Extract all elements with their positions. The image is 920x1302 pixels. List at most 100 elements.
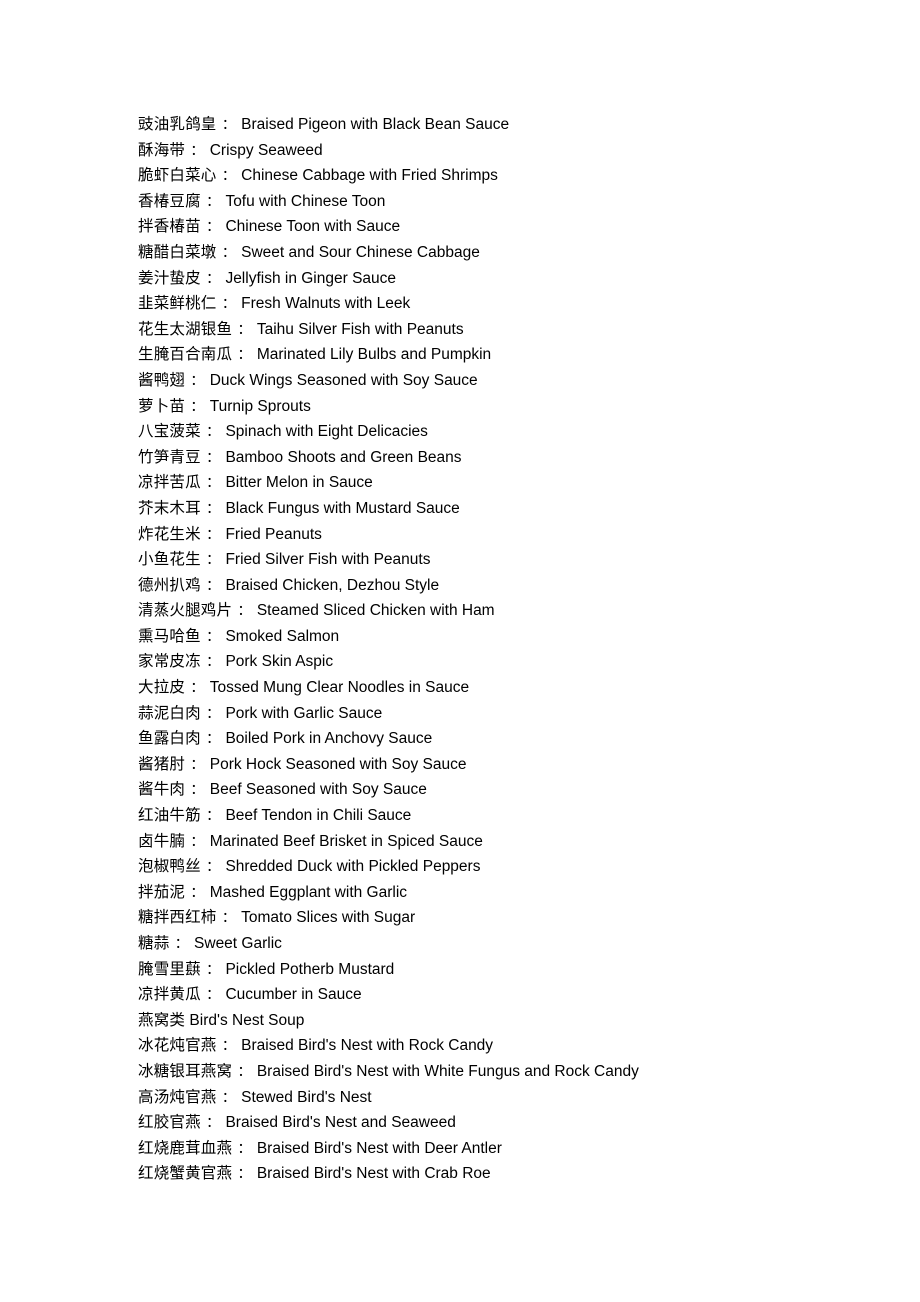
menu-entry-separator: ： bbox=[206, 424, 221, 441]
menu-entry-separator: ： bbox=[190, 680, 205, 697]
menu-entry-separator: ： bbox=[221, 168, 236, 185]
menu-entry-row: 大拉皮 ： Tossed Mung Clear Noodles in Sauce bbox=[138, 675, 878, 701]
menu-entry-row: 糖蒜 ： Sweet Garlic bbox=[138, 931, 878, 957]
menu-entry-separator: ： bbox=[206, 526, 221, 543]
menu-entry-name-en: Braised Bird's Nest with Crab Roe bbox=[256, 1165, 491, 1183]
menu-entry-name-cn: 拌茄泥 bbox=[138, 882, 186, 901]
menu-entry-name-cn: 酥海带 bbox=[138, 140, 186, 159]
menu-entry-name-en: Fried Silver Fish with Peanuts bbox=[225, 551, 431, 569]
menu-entry-row: 竹笋青豆 ： Bamboo Shoots and Green Beans bbox=[138, 445, 878, 471]
menu-entry-name-cn: 高汤炖官燕 bbox=[138, 1087, 217, 1106]
menu-entry-separator: ： bbox=[237, 1063, 252, 1080]
menu-entry-row: 酥海带 ： Crispy Seaweed bbox=[138, 138, 878, 164]
menu-entry-separator: ： bbox=[206, 1115, 221, 1132]
menu-entry-row: 糖拌西红柿 ： Tomato Slices with Sugar bbox=[138, 905, 878, 931]
menu-entry-name-en: Chinese Cabbage with Fried Shrimps bbox=[241, 167, 498, 185]
menu-entry-name-en: Pork Skin Aspic bbox=[225, 653, 334, 671]
menu-entry-separator: ： bbox=[206, 193, 221, 210]
menu-entry-separator: ： bbox=[190, 833, 205, 850]
menu-section-header: 燕窝类 Bird's Nest Soup bbox=[138, 1008, 878, 1034]
menu-entry-row: 红烧鹿茸血燕 ： Braised Bird's Nest with Deer A… bbox=[138, 1136, 878, 1162]
menu-entry-name-en: Marinated Lily Bulbs and Pumpkin bbox=[256, 346, 492, 364]
menu-entry-separator: ： bbox=[206, 987, 221, 1004]
menu-entry-separator: ： bbox=[190, 884, 205, 901]
menu-entry-row: 泡椒鸭丝 ： Shredded Duck with Pickled Pepper… bbox=[138, 854, 878, 880]
menu-entry-row: 脆虾白菜心 ： Chinese Cabbage with Fried Shrim… bbox=[138, 163, 878, 189]
menu-entry-separator: ： bbox=[206, 628, 221, 645]
menu-entry-row: 熏马哈鱼 ： Smoked Salmon bbox=[138, 624, 878, 650]
menu-entry-name-en: Braised Chicken, Dezhou Style bbox=[225, 576, 440, 594]
menu-entry-separator: ： bbox=[206, 808, 221, 825]
menu-entry-separator: ： bbox=[206, 961, 221, 978]
menu-entry-separator: ： bbox=[237, 603, 252, 620]
menu-entry-name-cn: 韭菜鲜桃仁 bbox=[138, 294, 217, 313]
menu-entry-separator: ： bbox=[237, 321, 252, 338]
menu-entry-separator: ： bbox=[206, 654, 221, 671]
menu-entry-separator: ： bbox=[206, 731, 221, 748]
menu-entry-separator: ： bbox=[190, 782, 205, 799]
menu-entry-separator: ： bbox=[206, 577, 221, 594]
menu-entry-row: 炸花生米 ： Fried Peanuts bbox=[138, 522, 878, 548]
menu-entry-name-en: Pork with Garlic Sauce bbox=[225, 704, 383, 722]
menu-entry-name-en: Mashed Eggplant with Garlic bbox=[209, 883, 408, 901]
menu-entry-separator: ： bbox=[206, 449, 221, 466]
menu-entry-name-en: Chinese Toon with Sauce bbox=[225, 218, 401, 236]
menu-entry-row: 姜汁蛰皮 ： Jellyfish in Ginger Sauce bbox=[138, 266, 878, 292]
menu-entry-name-cn: 卤牛腩 bbox=[138, 831, 186, 850]
menu-entry-name-cn: 红胶官燕 bbox=[138, 1113, 201, 1132]
menu-entry-row: 小鱼花生 ： Fried Silver Fish with Peanuts bbox=[138, 547, 878, 573]
menu-entry-separator: ： bbox=[174, 936, 189, 952]
menu-entry-separator: ： bbox=[221, 117, 236, 133]
menu-entry-separator: ： bbox=[237, 347, 252, 364]
menu-entry-name-cn: 竹笋青豆 bbox=[138, 447, 201, 466]
menu-entry-name-en: Beef Seasoned with Soy Sauce bbox=[209, 781, 427, 799]
menu-entry-name-en: Tomato Slices with Sugar bbox=[241, 909, 416, 927]
menu-entry-name-en: Steamed Sliced Chicken with Ham bbox=[256, 602, 495, 620]
menu-entry-name-en: Braised Bird's Nest with White Fungus an… bbox=[256, 1062, 639, 1080]
menu-entry-separator: ： bbox=[190, 756, 205, 773]
menu-entry-separator: ： bbox=[206, 219, 221, 236]
menu-entry-separator: ： bbox=[206, 552, 221, 569]
menu-entry-name-en: Shredded Duck with Pickled Peppers bbox=[225, 858, 481, 876]
menu-entry-name-cn: 红烧鹿茸血燕 bbox=[138, 1138, 233, 1157]
menu-entry-name-en: Braised Bird's Nest with Deer Antler bbox=[256, 1139, 502, 1157]
menu-entry-name-cn: 冰花炖官燕 bbox=[138, 1036, 217, 1055]
menu-entry-row: 鱼露白肉 ： Boiled Pork in Anchovy Sauce bbox=[138, 726, 878, 752]
menu-entry-name-en: Sweet and Sour Chinese Cabbage bbox=[241, 243, 480, 261]
menu-entry-name-en: Fresh Walnuts with Leek bbox=[241, 295, 411, 313]
menu-entry-row: 蒜泥白肉 ： Pork with Garlic Sauce bbox=[138, 701, 878, 727]
menu-entry-name-en: Braised Pigeon with Black Bean Sauce bbox=[241, 116, 510, 133]
menu-entry-name-cn: 酱牛肉 bbox=[138, 780, 186, 799]
menu-entry-row: 红烧蟹黄官燕 ： Braised Bird's Nest with Crab R… bbox=[138, 1161, 878, 1187]
menu-entry-name-cn: 糖拌西红柿 bbox=[138, 908, 217, 927]
menu-entry-name-cn: 冰糖银耳燕窝 bbox=[138, 1061, 233, 1080]
menu-entry-row: 卤牛腩 ： Marinated Beef Brisket in Spiced S… bbox=[138, 829, 878, 855]
menu-entry-row: 高汤炖官燕 ： Stewed Bird's Nest bbox=[138, 1085, 878, 1111]
menu-entry-name-cn: 蒜泥白肉 bbox=[138, 703, 201, 722]
menu-entry-row: 凉拌黄瓜 ： Cucumber in Sauce bbox=[138, 982, 878, 1008]
menu-entry-separator: ： bbox=[237, 1166, 252, 1183]
menu-entry-name-en: Fried Peanuts bbox=[225, 525, 322, 543]
menu-entry-name-en: Crispy Seaweed bbox=[209, 141, 323, 159]
menu-entry-row: 拌茄泥 ： Mashed Eggplant with Garlic bbox=[138, 880, 878, 906]
menu-entry-name-cn: 酱猪肘 bbox=[138, 754, 186, 773]
menu-entry-name-en: Taihu Silver Fish with Peanuts bbox=[256, 320, 464, 338]
menu-entry-name-en: Braised Bird's Nest and Seaweed bbox=[225, 1114, 456, 1132]
menu-entry-name-cn: 豉油乳鸽皇 bbox=[138, 115, 217, 133]
menu-entry-separator: ： bbox=[190, 142, 205, 159]
menu-entry-name-cn: 花生太湖银鱼 bbox=[138, 319, 233, 338]
menu-entry-row: 酱鸭翅 ： Duck Wings Seasoned with Soy Sauce bbox=[138, 368, 878, 394]
menu-entry-name-en: Cucumber in Sauce bbox=[225, 986, 362, 1004]
menu-entry-row: 凉拌苦瓜 ： Bitter Melon in Sauce bbox=[138, 470, 878, 496]
menu-entry-name-en: Tossed Mung Clear Noodles in Sauce bbox=[209, 679, 470, 697]
menu-entry-name-cn: 泡椒鸭丝 bbox=[138, 857, 201, 876]
menu-entry-name-en: Sweet Garlic bbox=[194, 935, 282, 952]
menu-entry-name-en: Bamboo Shoots and Green Beans bbox=[225, 448, 462, 466]
menu-entry-name-cn: 德州扒鸡 bbox=[138, 575, 201, 594]
menu-entry-name-cn: 大拉皮 bbox=[138, 678, 186, 697]
menu-entry-name-cn: 清蒸火腿鸡片 bbox=[138, 601, 233, 620]
menu-entry-name-cn: 燕窝类 bbox=[138, 1010, 186, 1029]
menu-entry-name-cn: 糖醋白菜墩 bbox=[138, 242, 217, 261]
menu-entry-row: 清蒸火腿鸡片 ： Steamed Sliced Chicken with Ham bbox=[138, 598, 878, 624]
menu-entry-row: 红胶官燕 ： Braised Bird's Nest and Seaweed bbox=[138, 1110, 878, 1136]
